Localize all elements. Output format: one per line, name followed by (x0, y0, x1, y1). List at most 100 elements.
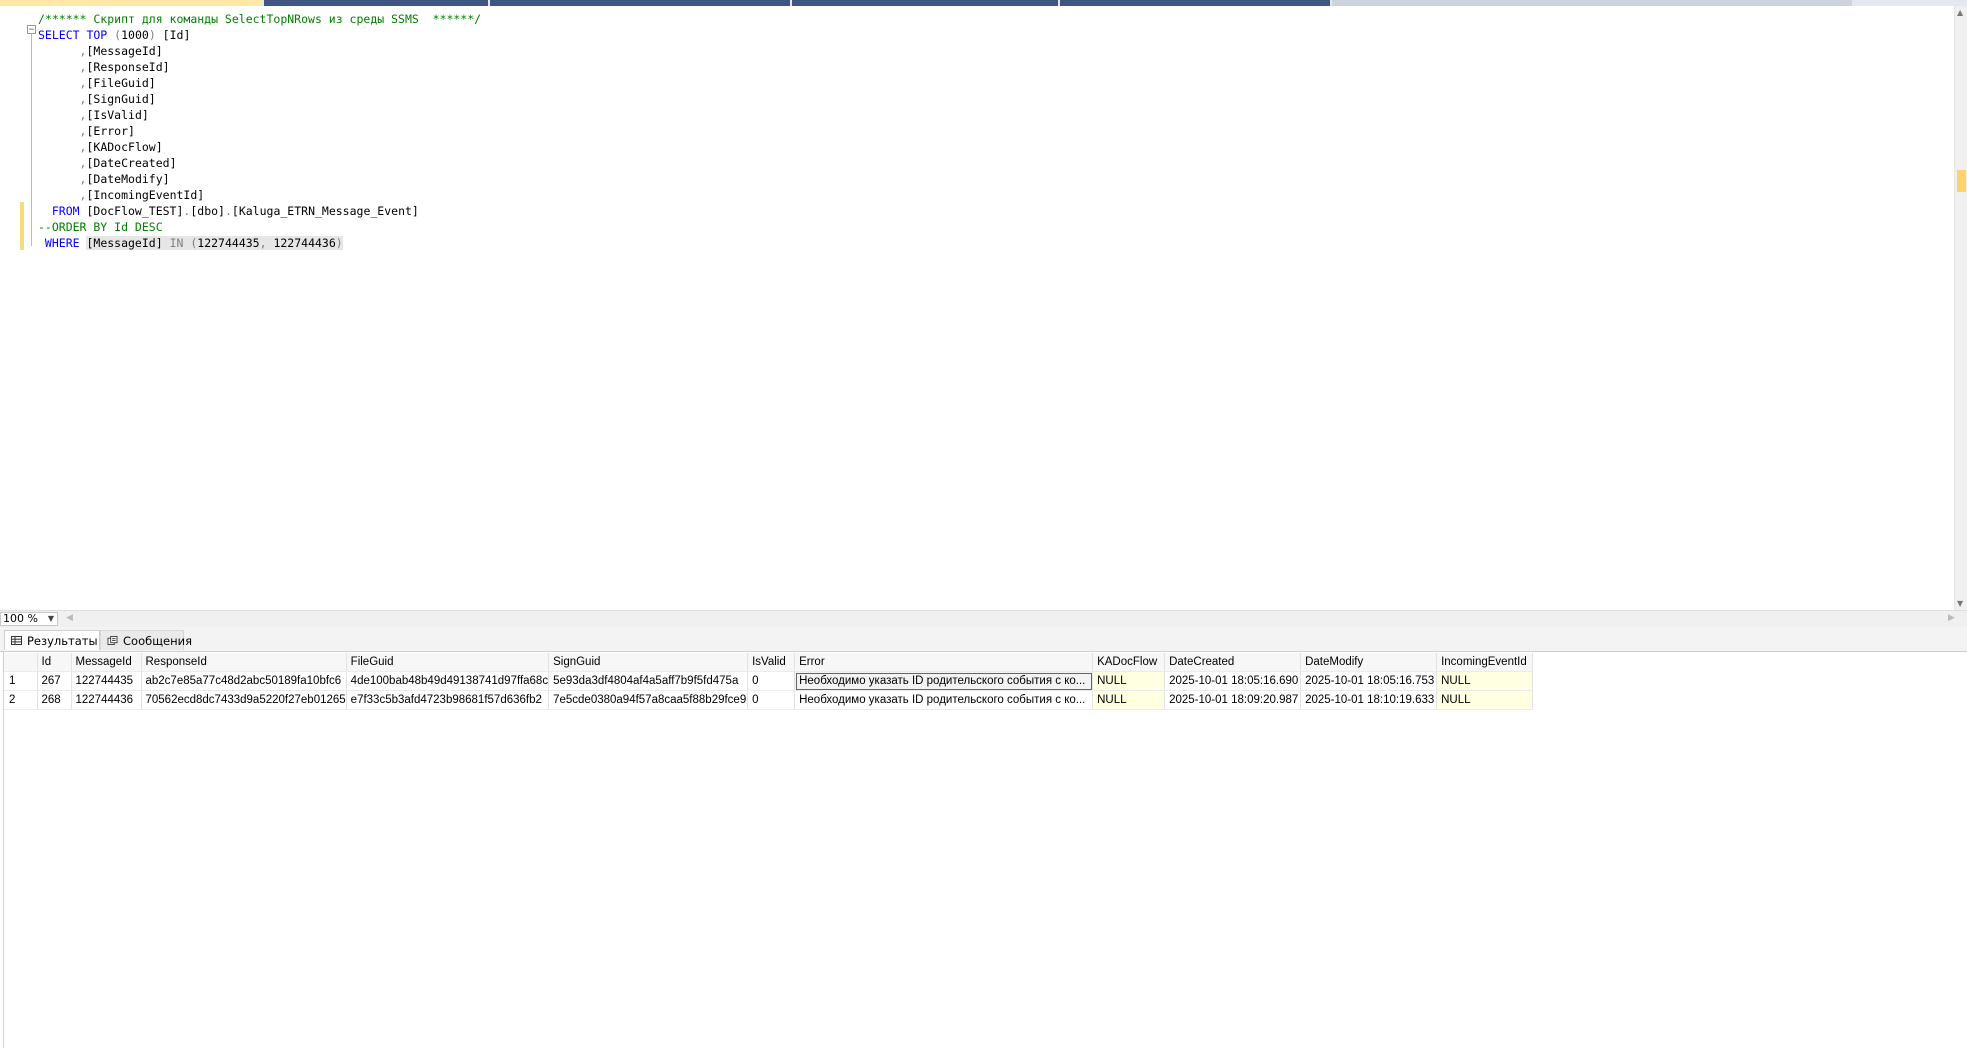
editor-vertical-scrollbar[interactable]: ▲ ▼ (1954, 6, 1967, 610)
code-token: 122744435 (197, 236, 260, 250)
tab-messages-label: Сообщения (123, 634, 193, 648)
code-token: [Error] (86, 124, 135, 138)
code-token: ) (335, 236, 343, 250)
results-grid[interactable]: Id MessageId ResponseId FileGuid SignGui… (3, 652, 1966, 1048)
code-line[interactable]: ,[DateModify] (38, 171, 170, 187)
cell-incomingeventid[interactable]: NULL (1436, 671, 1534, 691)
cell-incomingeventid[interactable]: NULL (1436, 690, 1534, 710)
cell-responseid[interactable]: ab2c7e85a77c48d2abc50189fa10bfc6 (141, 671, 347, 691)
cell-datecreated[interactable]: 2025-10-01 18:09:20.987 (1164, 690, 1302, 710)
scroll-down-icon[interactable]: ▼ (1957, 599, 1963, 608)
code-token: [KADocFlow] (86, 140, 163, 154)
cell-signguid[interactable]: 5e93da3df4804af4a5aff7b9f5fd475a (548, 671, 749, 691)
code-token: [DateModify] (86, 172, 170, 186)
column-header[interactable]: DateModify (1300, 653, 1438, 672)
table-row[interactable]: 1 267 122744435 ab2c7e85a77c48d2abc50189… (4, 671, 1534, 691)
scrollbar-change-mark (1957, 170, 1966, 192)
code-token: [dbo] (190, 204, 225, 218)
code-line[interactable]: ,[ResponseId] (38, 59, 170, 75)
cell-datecreated[interactable]: 2025-10-01 18:05:16.690 (1164, 671, 1302, 691)
cell-kadocflow[interactable]: NULL (1092, 690, 1166, 710)
code-line[interactable]: WHERE [MessageId] IN (122744435, 1227444… (38, 235, 343, 251)
code-token: [MessageId] (86, 236, 163, 250)
code-token: FROM (38, 204, 87, 218)
column-header[interactable]: DateCreated (1164, 653, 1302, 672)
scroll-right-icon[interactable]: ▶ (1948, 613, 1955, 623)
column-header[interactable]: SignGuid (548, 653, 749, 672)
column-header[interactable]: Id (37, 653, 72, 672)
code-token: 122744436 (273, 236, 336, 250)
cell-messageid[interactable]: 122744436 (71, 690, 142, 710)
chevron-down-icon[interactable]: ▼ (48, 613, 54, 625)
scroll-left-icon[interactable]: ◀ (66, 613, 73, 623)
code-token: IN (162, 236, 191, 250)
row-number[interactable]: 2 (4, 690, 38, 710)
cell-datemodify[interactable]: 2025-10-01 18:05:16.753 (1300, 671, 1438, 691)
results-table: Id MessageId ResponseId FileGuid SignGui… (4, 653, 1534, 710)
code-line[interactable]: ,[IncomingEventId] (38, 187, 205, 203)
code-line[interactable]: ,[DateCreated] (38, 155, 177, 171)
code-line[interactable]: ,[KADocFlow] (38, 139, 163, 155)
messages-icon (107, 636, 118, 645)
scroll-up-icon[interactable]: ▲ (1957, 8, 1963, 17)
results-tab-bar: Результаты Сообщения (0, 627, 1967, 652)
cell-kadocflow[interactable]: NULL (1092, 671, 1166, 691)
code-token: [DocFlow_TEST] (86, 204, 184, 218)
column-header[interactable]: Error (794, 653, 1094, 672)
editor-zoom-bar: 100 % ▼ ◀ ▶ (0, 610, 1967, 627)
code-token: ) (148, 28, 156, 42)
column-header[interactable]: FileGuid (346, 653, 550, 672)
code-token: 1000 (121, 28, 149, 42)
cell-messageid[interactable]: 122744435 (71, 671, 142, 691)
code-token: [IncomingEventId] (86, 188, 205, 202)
code-token: [DateCreated] (86, 156, 177, 170)
cell-responseid[interactable]: 70562ecd8dc7433d9a5220f27eb01265 (141, 690, 347, 710)
cell-fileguid[interactable]: 4de100bab48b49d49138741d97ffa68c (346, 671, 550, 691)
code-token: . (224, 204, 232, 218)
row-number[interactable]: 1 (4, 671, 38, 691)
code-line[interactable]: ,[SignGuid] (38, 91, 156, 107)
cell-id[interactable]: 267 (37, 671, 72, 691)
tab-results[interactable]: Результаты (4, 630, 100, 650)
column-header[interactable]: ResponseId (141, 653, 347, 672)
cell-fileguid[interactable]: e7f33c5b3afd4723b98681f57d636fb2 (346, 690, 550, 710)
column-header[interactable]: IsValid (747, 653, 796, 672)
code-line[interactable]: ,[Error] (38, 123, 135, 139)
zoom-value: 100 % (3, 612, 38, 625)
tab-messages[interactable]: Сообщения (100, 630, 192, 650)
code-token: [Id] (155, 28, 191, 42)
query-editor[interactable]: − /****** Скрипт для команды SelectTopNR… (0, 6, 1954, 610)
cell-id[interactable]: 268 (37, 690, 72, 710)
code-token: [IsValid] (86, 108, 149, 122)
code-line[interactable]: ,[FileGuid] (38, 75, 156, 91)
cell-error[interactable]: Необходимо указать ID родительского собы… (794, 690, 1094, 710)
cell-error-selected[interactable]: Необходимо указать ID родительского собы… (794, 671, 1094, 691)
zoom-dropdown[interactable]: 100 % ▼ (0, 612, 58, 626)
editor-gutter (0, 6, 18, 610)
grid-icon (11, 636, 22, 645)
code-token: [Kaluga_ETRN_Message_Event] (231, 204, 419, 218)
cell-signguid[interactable]: 7e5cde0380a94f57a8caa5f88b29fce9 (548, 690, 749, 710)
column-header[interactable]: IncomingEventId (1436, 653, 1534, 672)
table-row[interactable]: 2 268 122744436 70562ecd8dc7433d9a5220f2… (4, 690, 1534, 710)
code-line[interactable]: SELECT TOP (1000) [Id] (38, 27, 190, 43)
collapse-outline-icon[interactable]: − (27, 25, 36, 35)
code-line[interactable]: ,[MessageId] (38, 43, 163, 59)
code-line[interactable]: --ORDER BY Id DESC (38, 219, 163, 235)
code-line[interactable]: ,[IsValid] (38, 107, 149, 123)
cell-datemodify[interactable]: 2025-10-01 18:10:19.633 (1300, 690, 1438, 710)
grid-header-row: Id MessageId ResponseId FileGuid SignGui… (4, 653, 1534, 672)
code-line[interactable]: FROM [DocFlow_TEST].[dbo].[Kaluga_ETRN_M… (38, 203, 419, 219)
code-line[interactable]: /****** Скрипт для команды SelectTopNRow… (38, 11, 481, 27)
cell-isvalid[interactable]: 0 (747, 671, 796, 691)
column-header[interactable]: MessageId (71, 653, 142, 672)
code-token: --ORDER BY Id DESC (38, 220, 163, 234)
column-header[interactable]: KADocFlow (1092, 653, 1166, 672)
cell-isvalid[interactable]: 0 (747, 690, 796, 710)
row-number-header[interactable] (4, 653, 38, 672)
code-token: [MessageId] (86, 44, 163, 58)
